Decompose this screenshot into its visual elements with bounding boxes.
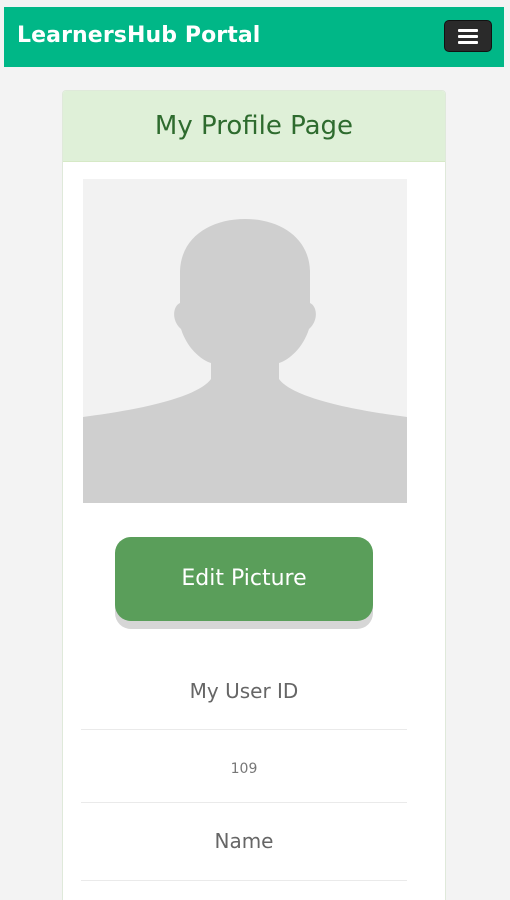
edit-picture-button[interactable]: Edit Picture: [115, 537, 373, 621]
divider-2: [81, 802, 407, 803]
profile-picture: [83, 179, 407, 503]
profile-card: My Profile Page Edit Picture My User ID …: [62, 90, 446, 900]
user-id-value-text: 109: [230, 761, 258, 777]
app-frame: LearnersHub Portal My Profile Page Edit …: [0, 0, 510, 900]
page-title: My Profile Page: [154, 111, 354, 141]
name-label: Name: [81, 829, 407, 859]
user-silhouette-icon: [83, 179, 407, 503]
divider-3: [81, 880, 407, 881]
name-label-text: Name: [214, 829, 274, 853]
divider-1: [81, 729, 407, 730]
user-id-label: My User ID: [81, 679, 407, 709]
hamburger-icon: [458, 29, 478, 44]
top-navbar: LearnersHub Portal: [4, 7, 504, 67]
user-id-value: 109: [81, 758, 407, 778]
brand-title[interactable]: LearnersHub Portal: [17, 21, 260, 51]
menu-toggle-button[interactable]: [444, 20, 492, 52]
user-id-label-text: My User ID: [189, 679, 299, 703]
profile-card-header: My Profile Page: [63, 91, 445, 162]
